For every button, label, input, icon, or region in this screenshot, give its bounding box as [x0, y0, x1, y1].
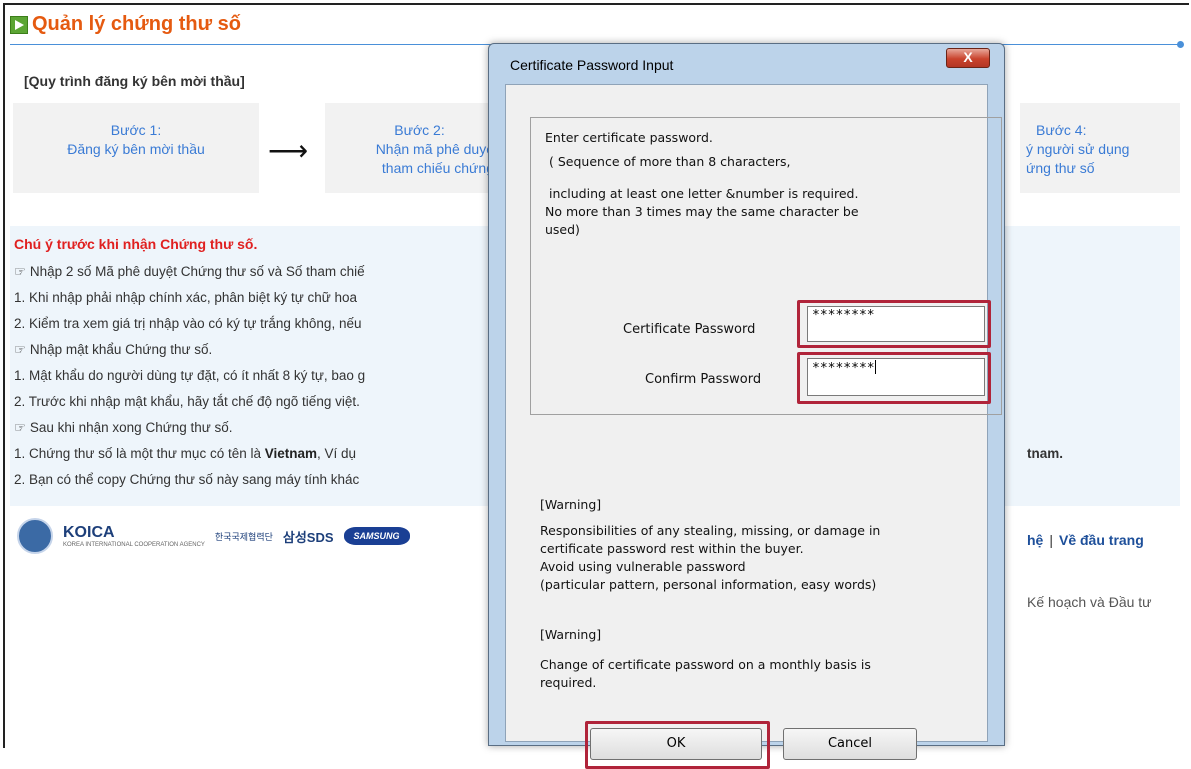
- contact-link[interactable]: hệ: [1027, 532, 1043, 548]
- warning-1-line: Responsibilities of any stealing, missin…: [540, 523, 881, 538]
- instruction-line: used): [545, 222, 580, 237]
- warning-2-line: Change of certificate password on a mont…: [540, 657, 871, 672]
- link-separator: |: [1049, 532, 1053, 548]
- vietnam-bold: Vietnam: [264, 446, 318, 461]
- dialog-title: Certificate Password Input: [510, 57, 674, 73]
- arrow-right-icon: [10, 15, 28, 34]
- text-caret: [874, 360, 876, 374]
- step-2-box: Bước 2: Nhận mã phê duyệ tham chiếu chứn…: [325, 103, 500, 193]
- step-2-label: Bước 2:: [394, 122, 445, 138]
- instruction-line: including at least one letter &number is…: [549, 186, 859, 201]
- footer-links: hệ | Về đầu trang: [1027, 532, 1144, 548]
- notice-line: 1. Khi nhập phải nhập chính xác, phân bi…: [14, 290, 358, 305]
- step-2-line2: tham chiếu chứng: [381, 160, 494, 176]
- step-1-box: Bước 1: Đăng ký bên mời thầu: [13, 103, 259, 193]
- notice-line-tail: , Ví dụ: [317, 446, 357, 461]
- notice-line: 1. Mật khẩu do người dùng tự đặt, có ít …: [14, 368, 366, 383]
- certificate-password-input[interactable]: ********: [807, 306, 985, 342]
- confirm-password-value: ********: [812, 361, 875, 376]
- notice-line: 2. Bạn có thể copy Chứng thư số này sang…: [14, 472, 360, 487]
- confirm-password-input[interactable]: ********: [807, 358, 985, 396]
- notice-line: 2. Kiểm tra xem giá trị nhập vào có ký t…: [14, 316, 362, 331]
- step-2-line1: Nhận mã phê duyệ: [375, 141, 494, 157]
- step-arrow-icon: ⟶: [268, 135, 309, 166]
- samsung-logo: SAMSUNG: [343, 527, 410, 545]
- koica-korean: 한국국제협력단: [214, 531, 273, 542]
- confirm-password-label: Confirm Password: [645, 372, 762, 387]
- warning-1-line: (particular pattern, personal informatio…: [540, 577, 877, 592]
- step-4-line1: ý người sử dụng: [1026, 141, 1130, 157]
- ministry-seal-icon: [17, 518, 53, 554]
- process-title: [Quy trình đăng ký bên mời thầu]: [24, 73, 245, 89]
- password-group: Enter certificate password. ( Sequence o…: [530, 117, 1002, 415]
- back-to-top-link[interactable]: Về đầu trang: [1059, 532, 1144, 548]
- notice-line-text: 1. Chứng thư số là một thư mục có tên là: [14, 446, 265, 461]
- koica-text: KOICA: [63, 524, 115, 541]
- koica-sub: KOREA INTERNATIONAL COOPERATION AGENCY: [63, 542, 205, 548]
- notice-title: Chú ý trước khi nhận Chứng thư số.: [14, 236, 258, 252]
- step-4-line2: ứng thư số: [1026, 160, 1095, 176]
- instruction-line: No more than 3 times may the same charac…: [545, 204, 859, 219]
- dialog-client: Enter certificate password. ( Sequence o…: [505, 84, 1002, 769]
- warning-1-line: certificate password rest within the buy…: [540, 541, 804, 556]
- step-1-text: Đăng ký bên mời thầu: [67, 141, 205, 157]
- instruction-line: ( Sequence of more than 8 characters,: [549, 154, 791, 169]
- notice-line: 2. Trước khi nhập mật khẩu, hãy tắt chế …: [14, 394, 360, 409]
- ok-button[interactable]: OK: [590, 728, 762, 760]
- warning-1-title: [Warning]: [540, 497, 602, 512]
- step-4-label: Bước 4:: [1036, 122, 1087, 138]
- notice-line-vietnam: 1. Chứng thư số là một thư mục có tên là…: [14, 446, 356, 461]
- ministry-text: Kế hoạch và Đầu tư: [1027, 594, 1152, 610]
- warning-2-title: [Warning]: [540, 627, 602, 642]
- samsung-sds-logo: 삼성SDS: [282, 529, 334, 545]
- footer-logos: KOICA KOREA INTERNATIONAL COOPERATION AGE…: [17, 518, 410, 554]
- warning-1-line: Avoid using vulnerable password: [540, 559, 746, 574]
- close-button[interactable]: X: [946, 48, 990, 68]
- page-title-text: Quản lý chứng thư số: [32, 13, 241, 35]
- notice-right-tail: tnam.: [1027, 446, 1064, 461]
- notice-line: ☞ Nhập mật khẩu Chứng thư số.: [14, 342, 213, 357]
- page-title: Quản lý chứng thư số: [10, 13, 241, 36]
- notice-line: ☞ Sau khi nhận xong Chứng thư số.: [14, 420, 233, 435]
- step-4-box: Bước 4: ý người sử dụng ứng thư số: [1020, 103, 1180, 193]
- koica-logo: KOICA KOREA INTERNATIONAL COOPERATION AGE…: [63, 524, 205, 548]
- instruction-line: Enter certificate password.: [545, 130, 713, 145]
- certificate-password-label: Certificate Password: [623, 322, 756, 337]
- cancel-button[interactable]: Cancel: [783, 728, 917, 760]
- warning-2-line: required.: [540, 675, 597, 690]
- notice-line: ☞ Nhập 2 số Mã phê duyệt Chứng thư số và…: [14, 264, 365, 279]
- certificate-password-dialog: Certificate Password Input X Enter certi…: [488, 43, 1005, 769]
- step-1-label: Bước 1:: [110, 122, 162, 138]
- header-dot: [1177, 41, 1184, 48]
